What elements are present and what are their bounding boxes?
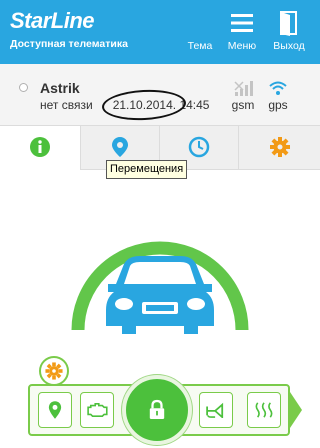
exit-label: Выход (273, 40, 305, 52)
gear-icon (45, 362, 63, 380)
gps-signal: gps (263, 80, 293, 112)
theme-label: Тема (187, 40, 213, 52)
info-icon (30, 137, 50, 157)
map-pin-icon (48, 401, 62, 419)
gps-label: gps (268, 98, 288, 112)
lock-icon (149, 399, 165, 419)
horn-button[interactable] (199, 392, 233, 428)
menu-icon (231, 14, 253, 32)
connection-status: нет связи (40, 98, 93, 112)
exit-button[interactable]: Выход (268, 8, 310, 58)
gsm-signal: gsm (228, 80, 258, 112)
starline-logo: StarLine (10, 8, 95, 33)
horn-icon (206, 402, 224, 418)
lock-button[interactable] (122, 375, 192, 445)
location-pin-icon (112, 137, 128, 157)
tab-settings[interactable] (238, 126, 320, 170)
tab-info[interactable] (0, 126, 80, 170)
gsm-label: gsm (231, 98, 255, 112)
wifi-icon (269, 81, 287, 95)
menu-label: Меню (227, 40, 257, 52)
engine-button[interactable] (80, 392, 114, 428)
control-settings-button[interactable] (39, 356, 69, 386)
gear-icon (269, 137, 290, 157)
engine-icon (87, 402, 108, 418)
moon-icon (193, 14, 202, 32)
door-exit-icon (280, 11, 297, 36)
heater-button[interactable] (247, 392, 281, 428)
app-header: StarLine Доступная телематика Тема Меню … (0, 0, 320, 64)
car-icon (106, 256, 214, 334)
tooltip: Перемещения (106, 160, 188, 179)
scroll-right-arrow[interactable] (290, 392, 302, 428)
menu-button[interactable]: Меню (224, 8, 260, 58)
vehicle-name: Astrik (40, 80, 80, 96)
map-button[interactable] (38, 392, 72, 428)
theme-button[interactable]: Тема (182, 8, 218, 58)
connection-indicator (19, 83, 28, 92)
clock-icon (188, 136, 210, 158)
gsm-signal-icon (234, 81, 253, 96)
heater-icon (255, 402, 273, 418)
app-subtitle: Доступная телематика (10, 38, 128, 50)
